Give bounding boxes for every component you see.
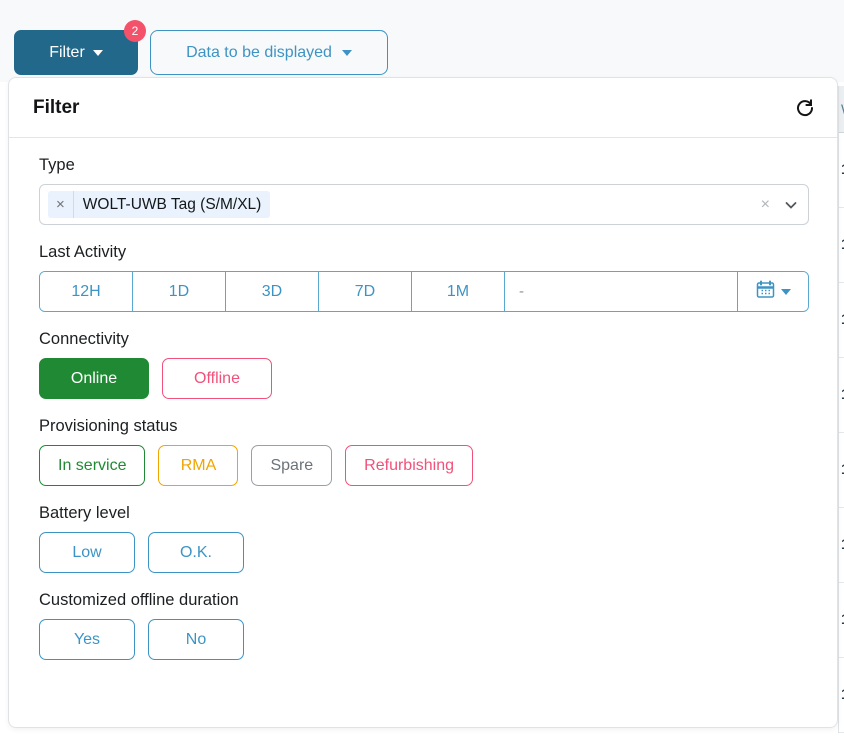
offline-duration-option-yes[interactable]: Yes [39, 619, 135, 660]
battery-option-low[interactable]: Low [39, 532, 135, 573]
last-activity-label: Last Activity [39, 243, 127, 261]
table-row[interactable]: 1. [839, 433, 844, 508]
chip-label: WOLT-UWB Tag (S/M/XL) [82, 195, 262, 213]
last-activity-option-3d[interactable]: 3D [226, 272, 319, 311]
table-row[interactable]: 1. [839, 583, 844, 658]
provisioning-option-rma[interactable]: RMA [158, 445, 239, 486]
provisioning-option-in-service[interactable]: In service [39, 445, 146, 486]
battery-level-group: Battery level Low O.K. [39, 504, 807, 573]
table-row[interactable]: 1. [839, 508, 844, 583]
refresh-icon[interactable] [795, 98, 815, 118]
toolbar: Filter 2 Data to be displayed [0, 0, 844, 82]
last-activity-date-range-value[interactable]: - [505, 272, 738, 311]
panel-title: Filter [33, 96, 80, 118]
connectivity-option-online[interactable]: Online [39, 358, 149, 399]
offline-duration-option-no[interactable]: No [148, 619, 244, 660]
table-row[interactable]: 1. [839, 283, 844, 358]
last-activity-option-7d[interactable]: 7D [319, 272, 412, 311]
table-column-header: W [839, 86, 844, 133]
table-row[interactable]: 1. [839, 358, 844, 433]
last-activity-segmented-control: 12H 1D 3D 7D 1M - [39, 271, 809, 312]
customized-offline-duration-group: Customized offline duration Yes No [39, 591, 807, 660]
date-picker-button[interactable] [738, 272, 808, 311]
last-activity-option-1d[interactable]: 1D [133, 272, 226, 311]
chip-remove-icon[interactable]: × [48, 191, 74, 218]
chevron-down-icon[interactable] [784, 198, 798, 212]
provisioning-status-label: Provisioning status [39, 417, 178, 435]
table-row[interactable]: 1. [839, 658, 844, 733]
last-activity-option-1m[interactable]: 1M [412, 272, 505, 311]
calendar-icon [756, 280, 775, 304]
connectivity-options: Online Offline [39, 358, 807, 399]
table-row[interactable]: 1. [839, 133, 844, 208]
battery-level-options: Low O.K. [39, 532, 807, 573]
last-activity-option-12h[interactable]: 12H [40, 272, 133, 311]
chevron-down-icon [780, 288, 791, 295]
last-activity-group: Last Activity 12H 1D 3D 7D 1M - [39, 243, 809, 312]
clear-selection-icon[interactable]: × [761, 196, 770, 214]
filter-panel: Filter Type × WOLT-UWB Tag (S/M/XL) × La… [8, 77, 838, 728]
connectivity-group: Connectivity Online Offline [39, 330, 807, 399]
customized-offline-duration-options: Yes No [39, 619, 807, 660]
battery-level-label: Battery level [39, 504, 130, 522]
connectivity-option-offline[interactable]: Offline [162, 358, 272, 399]
filter-button-label: Filter [49, 43, 85, 61]
data-to-be-displayed-label: Data to be displayed [186, 43, 332, 61]
table-row[interactable]: 1. [839, 208, 844, 283]
background-data-table: W 1. 1. 1. 1. 1. 1. 1. 1. [838, 86, 844, 733]
filter-panel-body: Type × WOLT-UWB Tag (S/M/XL) × Last Acti… [9, 138, 837, 660]
battery-option-ok[interactable]: O.K. [148, 532, 244, 573]
connectivity-label: Connectivity [39, 330, 129, 348]
filter-count-badge: 2 [124, 20, 146, 42]
provisioning-status-options: In service RMA Spare Refurbishing [39, 445, 807, 486]
type-chip: × WOLT-UWB Tag (S/M/XL) [48, 191, 271, 218]
type-label: Type [39, 156, 75, 174]
chevron-down-icon [341, 49, 352, 56]
provisioning-status-group: Provisioning status In service RMA Spare… [39, 417, 807, 486]
type-group: Type × WOLT-UWB Tag (S/M/XL) × [39, 156, 809, 225]
type-multiselect[interactable]: × WOLT-UWB Tag (S/M/XL) × [39, 184, 809, 225]
customized-offline-duration-label: Customized offline duration [39, 591, 239, 609]
multiselect-actions: × [761, 196, 798, 214]
filter-button[interactable]: Filter [14, 30, 138, 75]
data-to-be-displayed-button[interactable]: Data to be displayed [150, 30, 388, 75]
chevron-down-icon [92, 49, 103, 56]
provisioning-option-spare[interactable]: Spare [251, 445, 333, 486]
filter-panel-header: Filter [9, 78, 837, 138]
provisioning-option-refurbishing[interactable]: Refurbishing [345, 445, 473, 486]
